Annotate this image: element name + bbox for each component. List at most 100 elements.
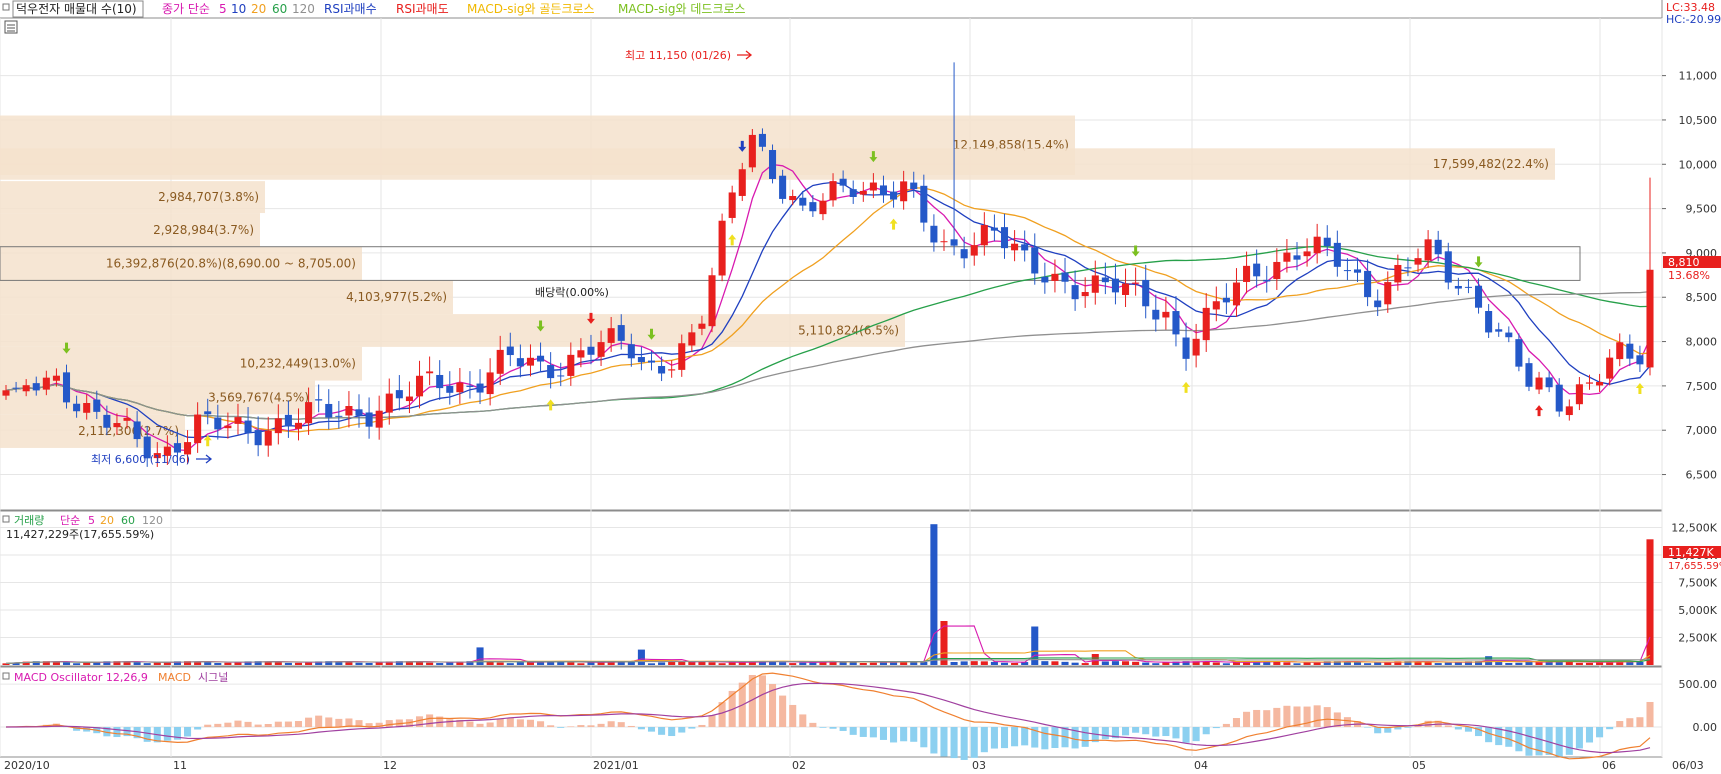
macd-oscillator-bar [325,717,333,727]
macd-oscillator-bar [829,727,837,729]
macd-oscillator-bar [385,720,393,727]
candle-down [1636,355,1644,365]
volume-collapse-icon[interactable] [2,515,10,523]
candle-down [73,403,81,412]
candle-up [264,430,272,446]
macd-oscillator-bar [1222,723,1230,727]
macd-oscillator-bar [496,718,504,727]
volume-bar [849,662,857,665]
volume-legend-ma: 단순 [60,514,80,527]
candle-up [678,343,686,370]
macd-oscillator-bar [1626,718,1634,727]
macd-panel[interactable] [0,666,1663,758]
macd-oscillator-bar [980,727,988,753]
candle-down [1364,270,1372,298]
volume-bar [1293,663,1301,665]
macd-oscillator-bar [647,727,656,732]
volume-profile-label: 2,112,306(2.7%) [78,424,179,438]
candle-down [1293,255,1301,260]
macd-oscillator-bar [254,724,262,727]
macd-oscillator-bar [920,727,928,748]
volume-bar [637,649,645,665]
macd-oscillator-bar [1575,727,1583,749]
candle-up [52,375,60,381]
candle-up [1132,282,1140,284]
candle-down [1485,310,1493,333]
volume-bar [133,662,141,665]
candle-down [809,202,817,212]
candle-down [1333,242,1341,267]
volume-bar [1434,663,1442,665]
volume-bar [506,663,514,665]
macd-oscillator-bar [557,727,565,728]
macd-oscillator-bar [224,722,232,727]
volume-bar [567,662,575,665]
macd-oscillator-bar [607,721,615,727]
date-axis-label: 2020/10 [4,759,50,772]
macd-oscillator-bar [194,727,202,730]
candle-down [395,390,403,399]
volume-bar [1011,662,1019,665]
macd-oscillator-bar [547,725,555,727]
candle-down [1182,337,1190,359]
volume-bar [970,661,978,665]
candle-down [1404,267,1412,269]
candle-up [194,414,202,444]
macd-oscillator-bar [1364,727,1372,728]
candle-up [567,354,575,376]
volume-profile-label: 17,599,482(22.4%) [1433,157,1549,171]
volume-bar [284,662,292,665]
candle-up [375,410,383,428]
candle-up [42,377,50,390]
candle-down [1172,311,1180,335]
date-axis-label: 06 [1602,759,1616,772]
macd-oscillator-bar [1243,711,1251,727]
candle-up [688,332,696,346]
volume-bar [728,662,736,665]
legend-collapse-icon[interactable] [2,3,10,11]
price-axis-label: 10,000 [1679,158,1718,171]
candle-up [426,371,434,374]
candle-down [890,191,898,200]
date-axis-label: 02 [792,759,806,772]
volume-bar [1495,662,1503,665]
candle-up [668,369,676,371]
volume-bar [789,663,797,665]
volume-bar [1515,662,1523,665]
candle-down [950,239,958,246]
candle-up [1313,236,1321,254]
candle-down [1222,297,1230,303]
candle-up [970,245,978,256]
volume-axis-label: 2,500K [1678,632,1717,645]
macd-oscillator-bar [779,695,787,727]
candle-up [1414,258,1422,265]
volume-bar [1041,661,1049,665]
macd-oscillator-bar [668,727,676,737]
candle-down [284,414,292,427]
candle-up [1616,342,1624,360]
volume-bar [1122,661,1130,665]
macd-axis-label: 0.00 [1693,721,1718,734]
last-volume-pct-label: 17,655.59% [1668,561,1721,572]
date-axis-label: 05 [1412,759,1426,772]
volume-bar [930,524,938,665]
macd-oscillator-bar [1555,727,1563,757]
volume-bar [1071,662,1079,665]
macd-collapse-icon[interactable] [2,672,10,680]
candle-up [1424,239,1432,261]
volume-bar [294,662,303,665]
candle-down [1626,343,1634,359]
candle-up [456,382,464,393]
volume-bar [779,662,787,665]
volume-bar [1061,661,1069,665]
candle-up [1565,406,1573,416]
volume-panel[interactable] [0,510,1663,667]
macd-oscillator-bar [900,727,908,742]
calculator-icon[interactable] [4,20,18,34]
candle-down [103,414,111,428]
volume-axis-label: 7,500K [1678,577,1717,590]
macd-legend-osc: MACD Oscillator 12,26,9 [14,671,148,684]
macd-oscillator-bar [819,727,827,728]
legend-rsi-buy: RSI과매수 [324,2,377,16]
candle-down [214,417,222,430]
